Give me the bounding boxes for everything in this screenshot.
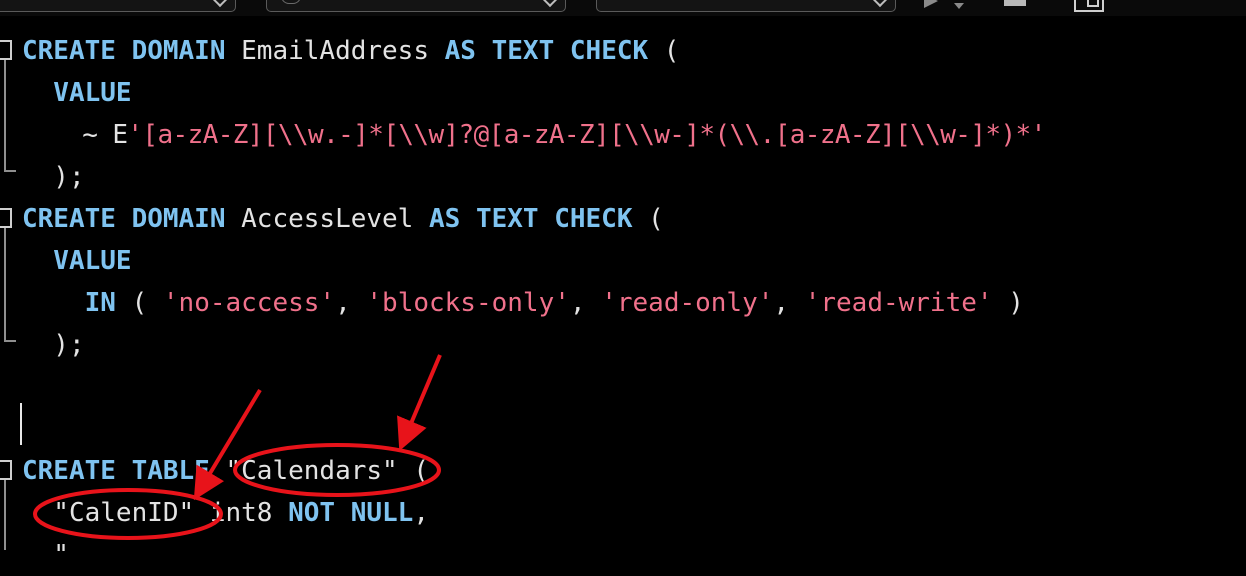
punctuation-token: (	[115, 288, 163, 318]
fold-toggle-icon[interactable]	[0, 208, 12, 228]
punctuation-token: ,	[569, 288, 602, 318]
chevron-down-icon	[872, 0, 888, 8]
keyword-token: CREATE TABLE	[22, 456, 210, 486]
keyword-token: VALUE	[22, 246, 132, 276]
database-combo[interactable]	[266, 0, 566, 12]
fold-guide	[4, 60, 6, 170]
fold-guide	[4, 480, 6, 550]
fold-guide	[4, 228, 6, 340]
chevron-down-icon	[212, 0, 228, 8]
sql-editor[interactable]: CREATE DOMAIN EmailAddress AS TEXT CHECK…	[0, 16, 1246, 570]
punctuation-token: ,	[773, 288, 805, 318]
code-line-11-partial: "	[22, 540, 69, 570]
punctuation-token: (	[632, 204, 664, 234]
text-cursor	[20, 403, 22, 445]
code-line-10: "CalenID" int8 NOT NULL,	[22, 492, 429, 534]
punctuation-token: )	[992, 288, 1024, 318]
identifier-token: "Calendars" (	[209, 456, 429, 486]
database-icon	[281, 0, 301, 4]
fold-guide-end	[4, 340, 16, 342]
code-line-9: CREATE TABLE "Calendars" (	[22, 450, 429, 492]
keyword-token: AS TEXT CHECK	[444, 36, 649, 66]
fold-toggle-icon[interactable]	[0, 460, 12, 480]
keyword-token: CREATE DOMAIN	[22, 36, 226, 66]
code-line-5: CREATE DOMAIN AccessLevel AS TEXT CHECK …	[22, 198, 664, 240]
punctuation-token: (	[648, 36, 680, 66]
string-token: 'read-write'	[804, 288, 993, 318]
fold-guide-end	[4, 170, 16, 172]
punctuation-token: );	[22, 330, 85, 360]
code-line-2: VALUE	[22, 72, 132, 114]
punctuation-token: ,	[335, 288, 367, 318]
chevron-down-icon	[542, 0, 558, 8]
punctuation-token: );	[22, 162, 85, 192]
string-token: '[a-zA-Z][\\w.-]*[\\w]?@[a-zA-Z][\\w-]*(…	[127, 120, 1046, 150]
code-line-4: );	[22, 156, 85, 198]
panel-toggle-icon[interactable]	[1074, 0, 1104, 12]
stop-icon[interactable]	[1004, 0, 1026, 6]
fold-toggle-icon[interactable]	[0, 40, 12, 60]
code-line-1: CREATE DOMAIN EmailAddress AS TEXT CHECK…	[22, 30, 679, 72]
identifier-token: EmailAddress	[225, 36, 445, 66]
query-toolbar	[0, 0, 1246, 16]
code-line-6: VALUE	[22, 240, 132, 282]
keyword-token: AS TEXT CHECK	[429, 204, 633, 234]
string-token: 'no-access'	[162, 288, 336, 318]
identifier-token: AccessLevel	[225, 204, 429, 234]
keyword-token: IN	[22, 288, 116, 318]
code-line-8: );	[22, 324, 85, 366]
string-token: 'read-only'	[601, 288, 774, 318]
dropdown-caret-icon[interactable]	[954, 3, 964, 9]
code-line-7: IN ( 'no-access', 'blocks-only', 'read-o…	[22, 282, 1024, 324]
schema-combo[interactable]	[596, 0, 896, 12]
keyword-token: CREATE DOMAIN	[22, 204, 226, 234]
operator-token: ~ E	[22, 120, 128, 150]
identifier-token: "CalenID" int8	[22, 498, 289, 528]
run-icon[interactable]	[924, 0, 938, 8]
string-token: 'blocks-only'	[366, 288, 570, 318]
code-line-3: ~ E'[a-zA-Z][\\w.-]*[\\w]?@[a-zA-Z][\\w-…	[22, 114, 1046, 156]
punctuation-token: ,	[413, 498, 429, 528]
keyword-token: NOT NULL	[288, 498, 414, 528]
connection-combo[interactable]	[0, 0, 236, 12]
keyword-token: VALUE	[22, 78, 132, 108]
